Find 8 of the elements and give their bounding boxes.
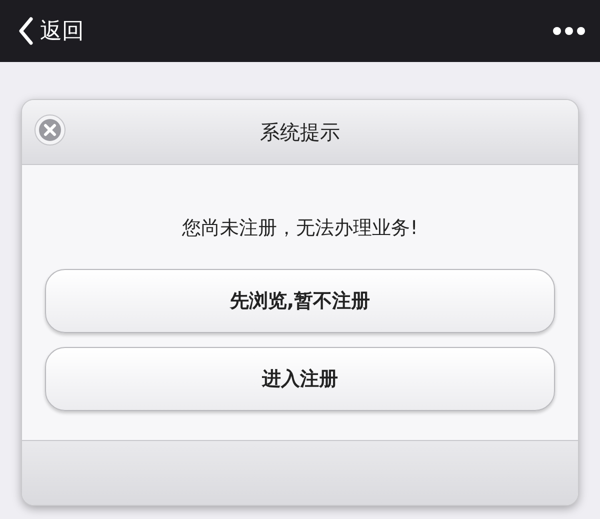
dialog-message: 您尚未注册，无法办理业务! bbox=[182, 216, 418, 241]
dialog-title: 系统提示 bbox=[260, 118, 340, 146]
back-button[interactable]: 返回 bbox=[18, 16, 84, 46]
dialog-button[interactable]: 先浏览,暂不注册 bbox=[45, 269, 555, 333]
chevron-left-icon bbox=[18, 17, 34, 45]
dialog-button[interactable]: 进入注册 bbox=[45, 347, 555, 411]
close-icon[interactable] bbox=[34, 114, 66, 146]
more-icon[interactable] bbox=[552, 26, 586, 36]
